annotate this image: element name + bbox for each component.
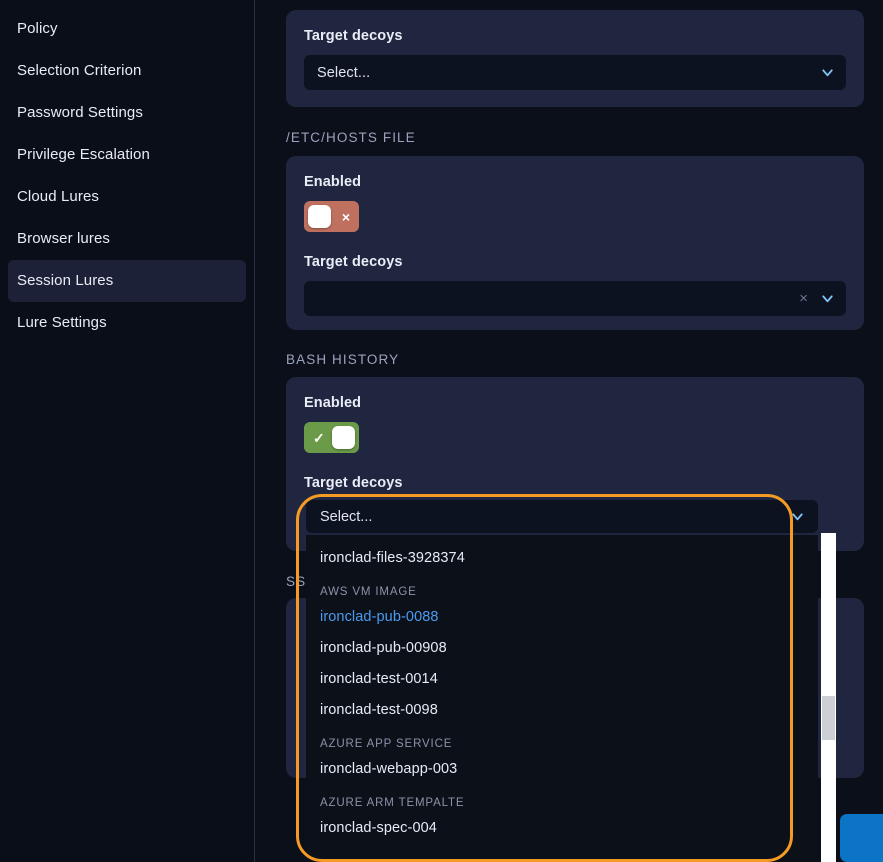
sidebar-item-label: Selection Criterion	[17, 62, 142, 79]
dropdown-option[interactable]: ironclad-pub-00908	[306, 633, 818, 664]
sidebar-item-lure-settings[interactable]: Lure Settings	[8, 302, 246, 344]
sidebar-item-selection-criterion[interactable]: Selection Criterion	[8, 50, 246, 92]
toggle-knob	[332, 426, 355, 449]
sidebar-item-policy[interactable]: Policy	[8, 8, 246, 50]
dropdown-option[interactable]: ironclad-spec-004	[306, 813, 818, 844]
bash-enabled-toggle[interactable]: ✓	[304, 422, 359, 453]
hosts-enabled-label: Enabled	[304, 174, 362, 190]
occluded-section-heading: SS	[286, 574, 307, 589]
top-target-decoys-select[interactable]: Select...	[304, 55, 846, 90]
sidebar-item-label: Browser lures	[17, 230, 110, 247]
sidebar-item-label: Cloud Lures	[17, 188, 99, 205]
close-icon: ×	[341, 208, 350, 225]
hosts-settings-card: Enabled × Target decoys ×	[286, 156, 864, 330]
sidebar-item-label: Privilege Escalation	[17, 146, 150, 163]
dropdown-option[interactable]: ironclad-files-3928374	[306, 543, 818, 574]
primary-action-button[interactable]	[840, 814, 883, 862]
chevron-down-icon	[819, 290, 836, 307]
dropdown-group-label: AZURE APP SERVICE	[320, 738, 453, 750]
check-icon: ✓	[313, 429, 325, 446]
sidebar-item-session-lures[interactable]: Session Lures	[8, 260, 246, 302]
dropdown-group-label: AWS VM IMAGE	[320, 586, 417, 598]
dropdown-control[interactable]: Select...	[306, 500, 818, 533]
dropdown-value: Select...	[320, 508, 373, 525]
app-root: Policy Selection Criterion Password Sett…	[0, 0, 883, 862]
dropdown-group-label: AZURE ARM TEMPALTE	[320, 797, 465, 809]
select-value: Select...	[317, 64, 371, 81]
clear-selection-icon[interactable]: ×	[799, 291, 808, 306]
hosts-target-decoys-label: Target decoys	[304, 254, 403, 270]
dropdown-option[interactable]: ironclad-test-0098	[306, 695, 818, 726]
sidebar-item-password-settings[interactable]: Password Settings	[8, 92, 246, 134]
target-decoys-dropdown: Select... ironclad-files-3928374 AWS VM I…	[306, 500, 818, 862]
dropdown-option[interactable]: ironclad-pub-0088	[306, 602, 818, 633]
dropdown-scrollbar-thumb[interactable]	[822, 696, 835, 740]
top-settings-card: Target decoys Select...	[286, 10, 864, 107]
dropdown-option[interactable]: ironclad-webapp-003	[306, 754, 818, 785]
dropdown-option[interactable]: ironclad-test-0014	[306, 664, 818, 695]
chevron-down-icon	[789, 508, 806, 525]
hosts-target-decoys-select[interactable]: ×	[304, 281, 846, 316]
sidebar-item-label: Lure Settings	[17, 314, 107, 331]
sidebar-item-cloud-lures[interactable]: Cloud Lures	[8, 176, 246, 218]
sidebar-nav: Policy Selection Criterion Password Sett…	[0, 0, 255, 862]
toggle-knob	[308, 205, 331, 228]
dropdown-options-list[interactable]: ironclad-files-3928374 AWS VM IMAGE ironcl…	[306, 535, 818, 862]
sidebar-item-label: Session Lures	[17, 272, 114, 289]
sidebar-item-label: Password Settings	[17, 104, 143, 121]
bash-enabled-label: Enabled	[304, 395, 362, 411]
sidebar-item-label: Policy	[17, 20, 58, 37]
bash-section-heading: BASH HISTORY	[286, 352, 400, 367]
sidebar-item-browser-lures[interactable]: Browser lures	[8, 218, 246, 260]
hosts-section-heading: /ETC/HOSTS FILE	[286, 130, 416, 145]
sidebar-item-privilege-escalation[interactable]: Privilege Escalation	[8, 134, 246, 176]
bash-target-decoys-label: Target decoys	[304, 475, 403, 491]
hosts-enabled-toggle[interactable]: ×	[304, 201, 359, 232]
chevron-down-icon	[819, 64, 836, 81]
top-target-decoys-label: Target decoys	[304, 28, 403, 44]
